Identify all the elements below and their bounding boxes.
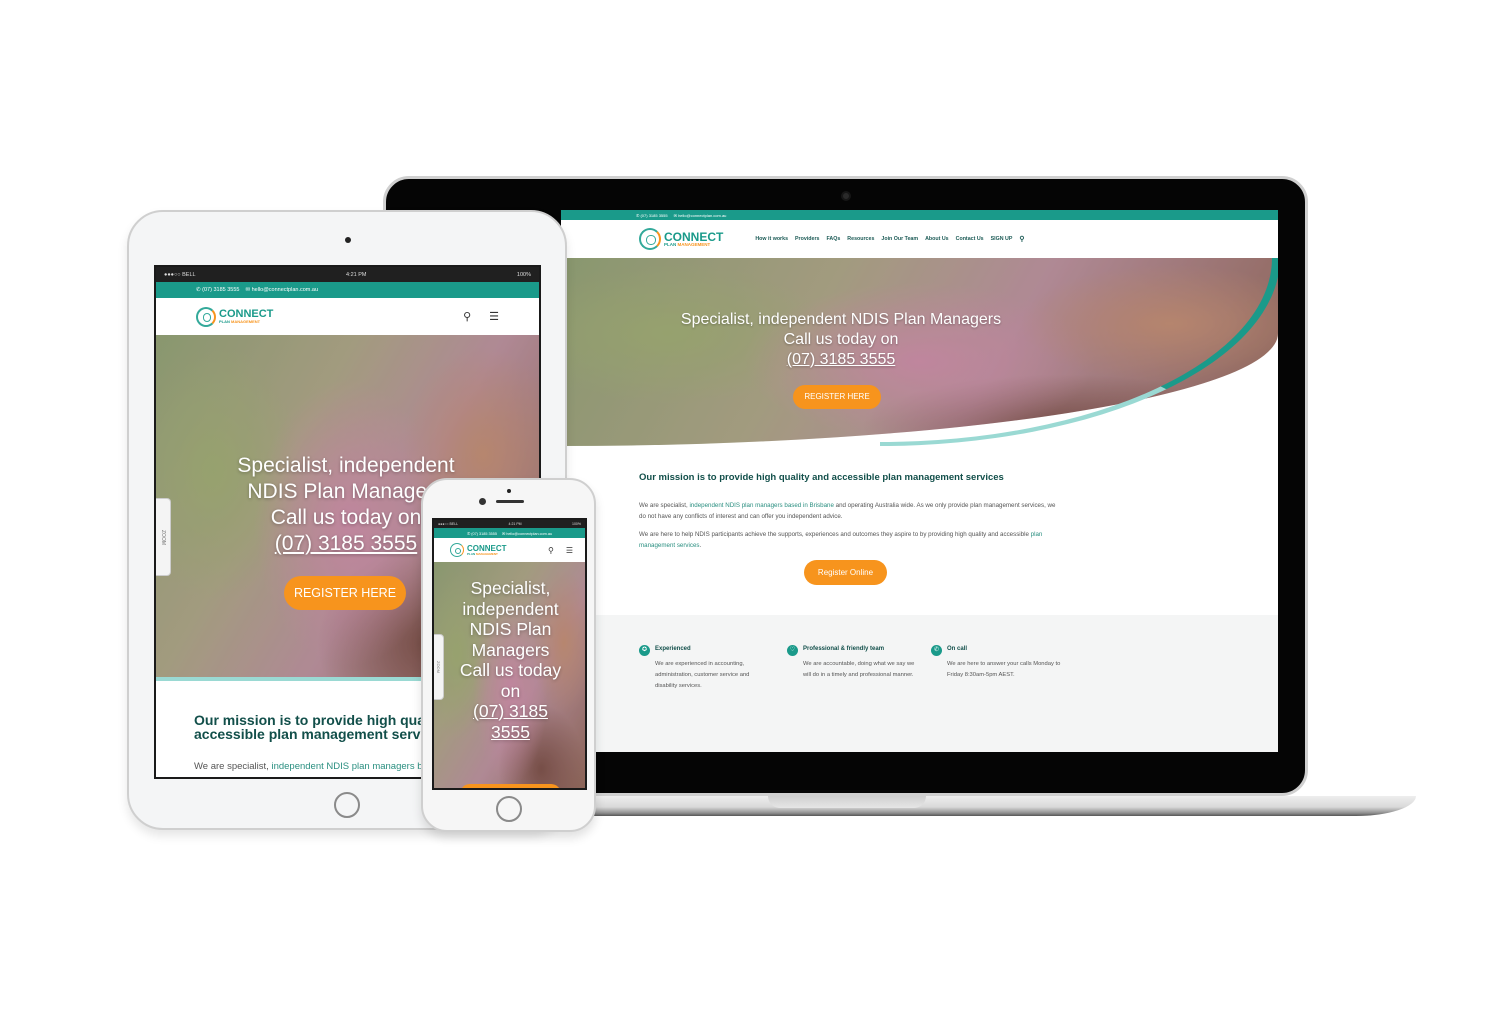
nav-join-our-team[interactable]: Join Our Team <box>881 236 918 242</box>
phone-status-bar: ●●●○○ BELL 4:21 PM 100% <box>434 520 585 528</box>
hero-phone-link[interactable]: (07) 3185 <box>440 701 581 722</box>
mission-paragraph-2: We are here to help NDIS participants ac… <box>639 531 1043 549</box>
register-here-button[interactable] <box>460 784 561 788</box>
brisbane-link[interactable]: independent NDIS plan managers based in … <box>689 502 833 509</box>
register-online-button[interactable]: Register Online <box>804 560 887 585</box>
email-contact[interactable]: ✉ hello@connectplan.com.au <box>245 287 318 293</box>
hero-headline: Specialist, independent NDIS Plan Manage… <box>440 578 581 742</box>
phone-front-lens <box>479 498 486 505</box>
phone-icon: ✆ <box>931 645 942 656</box>
search-icon[interactable]: ⚲ <box>463 310 471 323</box>
tablet-contact-bar: ✆ (07) 3185 3555 ✉ hello@connectplan.com… <box>156 282 539 298</box>
search-icon[interactable]: ⚲ <box>1019 235 1024 243</box>
site-logo[interactable]: CONNECT PLAN MANAGEMENT <box>196 306 273 327</box>
hamburger-icon[interactable]: ☰ <box>566 546 573 555</box>
nav-providers[interactable]: Providers <box>795 236 819 242</box>
email-contact[interactable]: ✉ hello@connectplan.com.au <box>674 213 727 218</box>
email-contact[interactable]: ✉ hello@connectplan.com.au <box>502 531 552 536</box>
zoom-handle[interactable]: ZOOM <box>434 634 444 700</box>
phone-contact-bar: ✆ (07) 3185 3555 ✉ hello@connectplan.com… <box>434 528 585 538</box>
phone-mockup: ●●●○○ BELL 4:21 PM 100% ✆ (07) 3185 3555… <box>421 478 596 832</box>
mission-title: Our mission is to provide high quality a… <box>639 472 1004 483</box>
laptop-notch <box>768 796 926 808</box>
phone-home-button[interactable] <box>496 796 522 822</box>
nav-about-us[interactable]: About Us <box>925 236 949 242</box>
phone-contact[interactable]: ✆ (07) 3185 3555 <box>636 213 668 218</box>
register-here-button[interactable]: REGISTER HERE <box>793 385 881 409</box>
laptop-screen: ✆ (07) 3185 3555 ✉ hello@connectplan.com… <box>561 210 1278 752</box>
phone-contact[interactable]: ✆ (07) 3185 3555 <box>467 531 497 536</box>
main-nav: How it works Providers FAQs Resources Jo… <box>755 235 1024 243</box>
hamburger-icon[interactable]: ☰ <box>489 310 499 323</box>
zoom-handle[interactable]: ZOOM <box>156 498 171 576</box>
laptop-camera <box>841 191 851 201</box>
tablet-home-button[interactable] <box>334 792 360 818</box>
nav-how-it-works[interactable]: How it works <box>755 236 788 242</box>
site-logo[interactable]: CONNECT PLAN MANAGEMENT <box>639 228 723 250</box>
phone-site-header: CONNECT PLAN MANAGEMENT ⚲ ☰ <box>434 538 585 562</box>
logo-subtitle: PLAN MANAGEMENT <box>664 241 711 247</box>
nav-contact-us[interactable]: Contact Us <box>956 236 984 242</box>
heart-icon: ♡ <box>787 645 798 656</box>
phone-contact[interactable]: ✆ (07) 3185 3555 <box>196 287 239 293</box>
register-here-button[interactable]: REGISTER HERE <box>284 576 406 610</box>
nav-resources[interactable]: Resources <box>847 236 874 242</box>
badge-icon: ✪ <box>639 645 650 656</box>
nav-faqs[interactable]: FAQs <box>826 236 840 242</box>
site-logo[interactable]: CONNECT PLAN MANAGEMENT <box>450 543 507 557</box>
features-section: ✪ Experienced We are experienced in acco… <box>561 615 1278 752</box>
hero-banner: Specialist, independent NDIS Plan Manage… <box>561 258 1278 446</box>
site-header: CONNECT PLAN MANAGEMENT How it works Pro… <box>561 220 1278 258</box>
top-contact-bar: ✆ (07) 3185 3555 ✉ hello@connectplan.com… <box>561 210 1278 220</box>
hero-headline: Specialist, independent NDIS Plan Manage… <box>561 310 1121 370</box>
search-icon[interactable]: ⚲ <box>548 546 554 555</box>
hero-phone-link[interactable]: (07) 3185 3555 <box>561 350 1121 370</box>
phone-camera <box>507 489 511 493</box>
logo-mark-icon <box>196 306 216 327</box>
tablet-site-header: CONNECT PLAN MANAGEMENT ⚲ ☰ <box>156 298 539 335</box>
phone-speaker <box>496 500 524 503</box>
phone-screen: ●●●○○ BELL 4:21 PM 100% ✆ (07) 3185 3555… <box>432 518 587 790</box>
tablet-status-bar: ●●●○○ BELL 4:21 PM 100% <box>156 267 539 282</box>
mission-paragraph-1: We are specialist, independent NDIS plan… <box>639 502 1056 520</box>
nav-sign-up[interactable]: SIGN UP <box>991 236 1013 242</box>
logo-mark-icon <box>450 543 464 557</box>
phone-hero: Specialist, independent NDIS Plan Manage… <box>434 562 585 788</box>
logo-mark-icon <box>639 228 661 250</box>
tablet-camera <box>345 237 351 243</box>
